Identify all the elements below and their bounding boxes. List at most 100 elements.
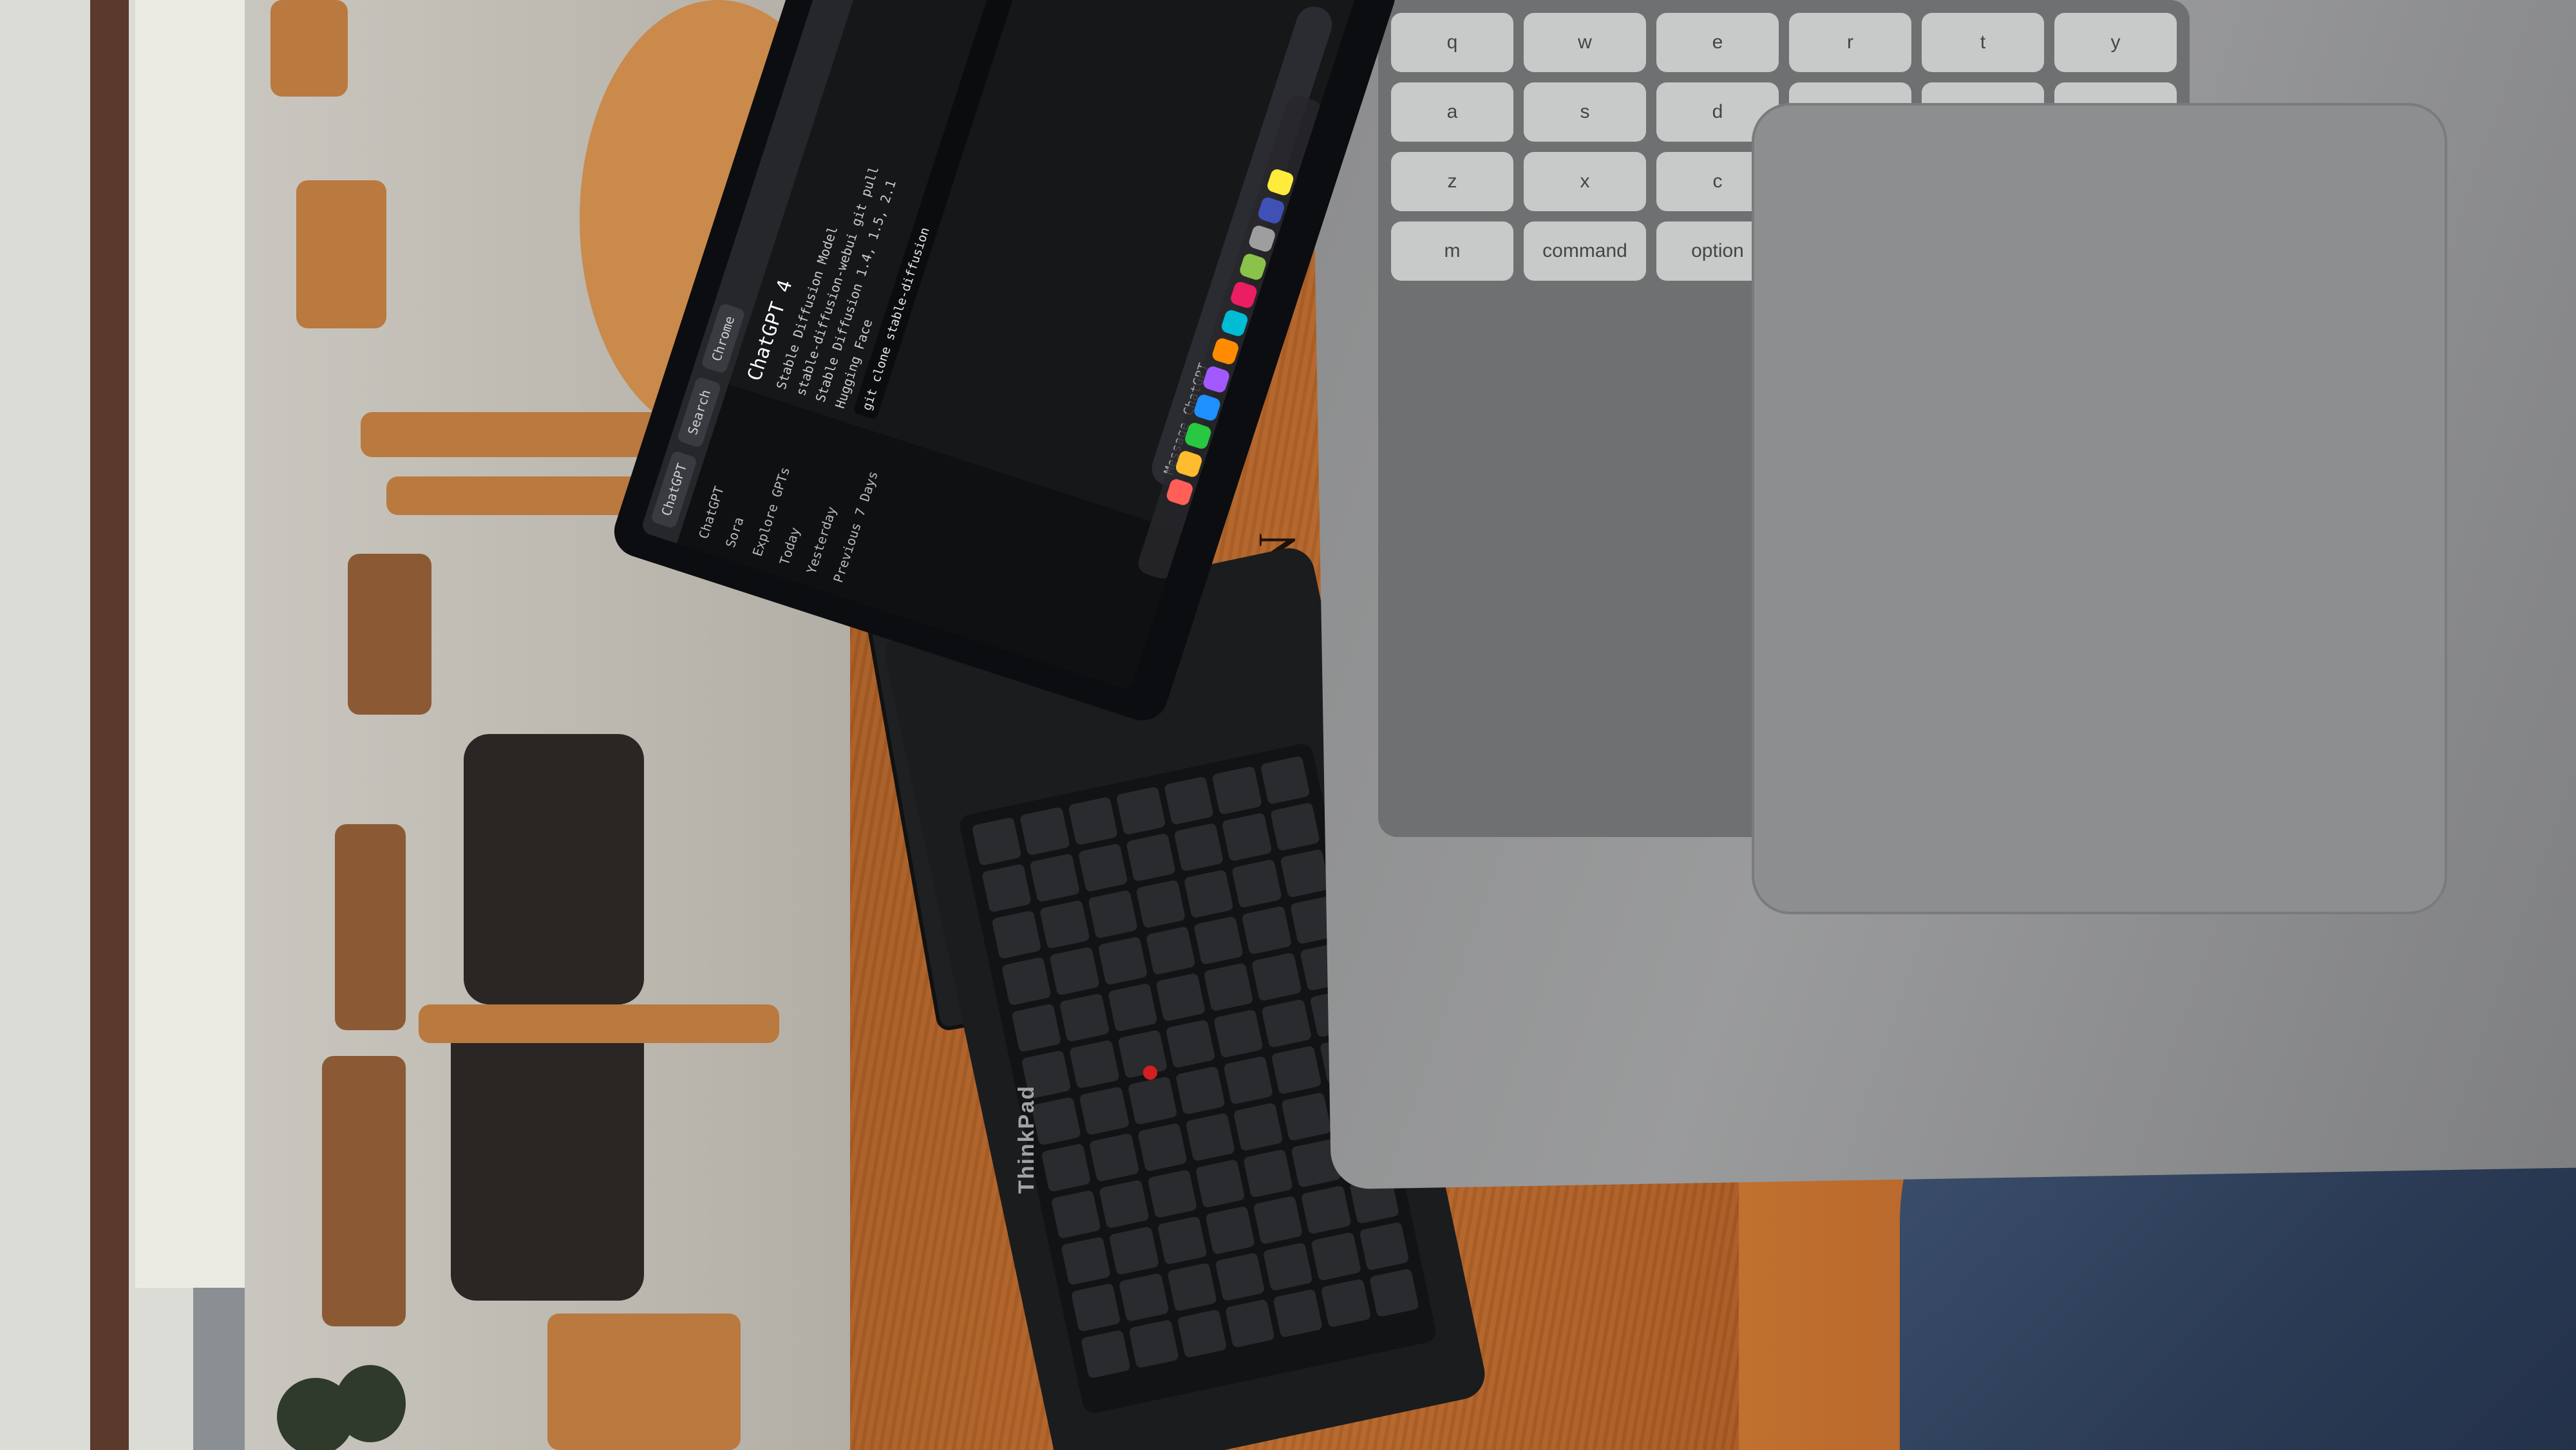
- thinkpad-key[interactable]: [1039, 899, 1090, 949]
- thinkpad-key[interactable]: [1099, 1179, 1150, 1229]
- thinkpad-key[interactable]: [1125, 833, 1177, 882]
- thinkpad-key[interactable]: [1280, 849, 1331, 898]
- dock-app-icon[interactable]: [1256, 196, 1286, 225]
- thinkpad-key[interactable]: [1164, 776, 1215, 825]
- thinkpad-key[interactable]: [1243, 1149, 1294, 1198]
- thinkpad-key[interactable]: [1301, 1185, 1352, 1235]
- thinkpad-key[interactable]: [1215, 1252, 1265, 1302]
- thinkpad-key[interactable]: [1135, 879, 1186, 929]
- thinkpad-key[interactable]: [1281, 1092, 1332, 1142]
- mac-key[interactable]: t: [1922, 13, 2044, 72]
- thinkpad-key[interactable]: [1107, 983, 1158, 1032]
- thinkpad-key[interactable]: [1077, 843, 1128, 892]
- thinkpad-key[interactable]: [1205, 1205, 1256, 1255]
- thinkpad-key[interactable]: [1119, 1272, 1170, 1323]
- thinkpad-key[interactable]: [1166, 1262, 1217, 1312]
- thinkpad-key[interactable]: [1175, 1066, 1226, 1115]
- thinkpad-key[interactable]: [1253, 1195, 1303, 1245]
- dock-app-icon[interactable]: [1192, 393, 1222, 422]
- thinkpad-key[interactable]: [1223, 1055, 1274, 1105]
- mac-key[interactable]: command: [1524, 221, 1646, 281]
- thinkpad-key[interactable]: [1173, 822, 1224, 872]
- thinkpad-key[interactable]: [991, 910, 1042, 959]
- thinkpad-key[interactable]: [1145, 926, 1196, 975]
- dock-app-icon[interactable]: [1174, 449, 1204, 479]
- thinkpad-key[interactable]: [1157, 1216, 1208, 1265]
- thinkpad-key[interactable]: [1368, 1268, 1419, 1318]
- dock-app-icon[interactable]: [1220, 308, 1249, 338]
- thinkpad-key[interactable]: [1260, 755, 1311, 805]
- thinkpad-key[interactable]: [1067, 796, 1119, 846]
- thinkpad-key[interactable]: [1211, 766, 1262, 815]
- thinkpad-key[interactable]: [1137, 1122, 1188, 1172]
- thinkpad-key[interactable]: [1241, 905, 1293, 955]
- thinkpad-key[interactable]: [1251, 952, 1302, 1002]
- thinkpad-key[interactable]: [1080, 1329, 1132, 1379]
- thinkpad-key[interactable]: [1271, 1045, 1322, 1095]
- mac-key[interactable]: w: [1524, 13, 1646, 72]
- mac-key[interactable]: a: [1391, 82, 1513, 142]
- thinkpad-key[interactable]: [1011, 1003, 1062, 1053]
- thinkpad-key[interactable]: [1261, 999, 1312, 1048]
- mac-key[interactable]: z: [1391, 152, 1513, 211]
- thinkpad-key[interactable]: [1117, 1029, 1168, 1079]
- thinkpad-key[interactable]: [1311, 1232, 1361, 1281]
- thinkpad-key[interactable]: [1079, 1086, 1130, 1136]
- thinkpad-key[interactable]: [1115, 786, 1166, 836]
- thinkpad-key[interactable]: [1050, 1189, 1101, 1239]
- thinkpad-key[interactable]: [1195, 1159, 1245, 1209]
- mac-key[interactable]: q: [1391, 13, 1513, 72]
- thinkpad-key[interactable]: [1155, 972, 1206, 1022]
- thinkpad-key[interactable]: [1185, 1112, 1236, 1162]
- thinkpad-key[interactable]: [1269, 802, 1320, 852]
- thinkpad-key[interactable]: [1070, 1283, 1121, 1332]
- mac-key[interactable]: s: [1524, 82, 1646, 142]
- thinkpad-key[interactable]: [1203, 962, 1254, 1012]
- thinkpad-key[interactable]: [1231, 859, 1282, 909]
- thinkpad-key[interactable]: [1089, 1133, 1140, 1182]
- thinkpad-key[interactable]: [1147, 1169, 1198, 1219]
- thinkpad-key[interactable]: [1263, 1242, 1314, 1292]
- thinkpad-key[interactable]: [1087, 889, 1138, 939]
- dock-app-icon[interactable]: [1211, 336, 1240, 366]
- thinkpad-key[interactable]: [1183, 869, 1235, 919]
- mac-key[interactable]: r: [1789, 13, 1911, 72]
- thinkpad-key[interactable]: [1049, 946, 1100, 996]
- macbook-trackpad[interactable]: [1752, 103, 2447, 914]
- trackpoint[interactable]: [1143, 1066, 1157, 1080]
- dock-app-icon[interactable]: [1201, 364, 1231, 395]
- thinkpad-key[interactable]: [1224, 1299, 1275, 1348]
- mac-key[interactable]: y: [2054, 13, 2177, 72]
- thinkpad-key[interactable]: [1359, 1221, 1410, 1271]
- thinkpad-key[interactable]: [1193, 916, 1244, 965]
- thinkpad-key[interactable]: [1128, 1319, 1179, 1369]
- thinkpad-key[interactable]: [1041, 1143, 1092, 1192]
- mac-key[interactable]: m: [1391, 221, 1513, 281]
- thinkpad-key[interactable]: [1001, 956, 1052, 1006]
- thinkpad-key[interactable]: [1061, 1236, 1112, 1286]
- thinkpad-key[interactable]: [1069, 1039, 1120, 1089]
- mac-key[interactable]: e: [1656, 13, 1779, 72]
- thinkpad-key[interactable]: [1177, 1309, 1227, 1359]
- thinkpad-key[interactable]: [1222, 812, 1273, 862]
- dock-app-icon[interactable]: [1265, 167, 1295, 197]
- dock-app-icon[interactable]: [1229, 280, 1258, 310]
- dock-app-icon[interactable]: [1165, 477, 1195, 507]
- thinkpad-key[interactable]: [1165, 1019, 1216, 1069]
- thinkpad-key[interactable]: [1019, 806, 1070, 856]
- thinkpad-key[interactable]: [1029, 853, 1080, 903]
- dock-app-icon[interactable]: [1247, 223, 1277, 254]
- thinkpad-key[interactable]: [1059, 993, 1110, 1042]
- thinkpad-key[interactable]: [981, 863, 1032, 913]
- dock-app-icon[interactable]: [1183, 421, 1213, 451]
- thinkpad-key[interactable]: [971, 816, 1022, 867]
- thinkpad-key[interactable]: [1321, 1278, 1372, 1328]
- thinkpad-key[interactable]: [1127, 1076, 1178, 1125]
- thinkpad-key[interactable]: [1213, 1009, 1264, 1059]
- mac-key[interactable]: x: [1524, 152, 1646, 211]
- thinkpad-key[interactable]: [1097, 936, 1148, 986]
- thinkpad-key[interactable]: [1273, 1288, 1323, 1338]
- thinkpad-key[interactable]: [1108, 1226, 1159, 1276]
- dock-app-icon[interactable]: [1238, 252, 1268, 282]
- thinkpad-key[interactable]: [1233, 1102, 1284, 1152]
